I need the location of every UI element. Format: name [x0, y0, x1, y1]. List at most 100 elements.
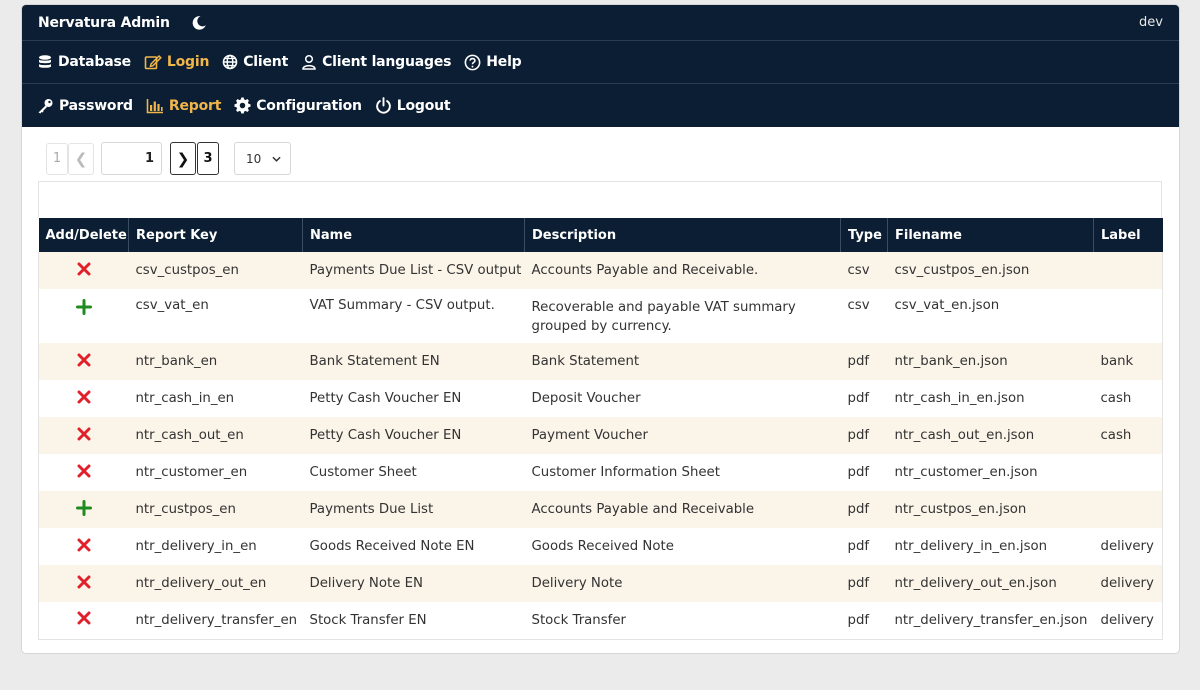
nav-label: Logout [396, 97, 451, 114]
cell-name: Petty Cash Voucher EN [302, 380, 525, 417]
cell-key: csv_custpos_en [128, 252, 303, 289]
cell-label [1093, 252, 1163, 289]
cell-label: delivery [1093, 602, 1163, 640]
first-page-button[interactable]: 1 [46, 142, 68, 175]
action-cell [38, 602, 129, 640]
admin-app: Nervatura Admin dev Database Login Client C… [22, 5, 1179, 653]
table-row[interactable]: ntr_delivery_transfer_en Stock Transfer E… [38, 602, 1163, 640]
cell-key: ntr_delivery_transfer_en [128, 602, 303, 640]
cell-filename: ntr_cash_in_en.json [887, 380, 1094, 417]
action-cell [38, 565, 129, 602]
prev-page-button[interactable]: ❮ [68, 142, 94, 175]
power-icon [375, 97, 392, 114]
table-row[interactable]: ntr_customer_en Customer Sheet Customer In… [38, 454, 1163, 491]
delete-icon[interactable] [77, 390, 91, 404]
cell-description: Accounts Payable and Receivable. [524, 252, 841, 289]
moon-icon[interactable] [188, 12, 210, 34]
column-header: Add/Delete [38, 218, 129, 252]
cell-description: Delivery Note [524, 565, 841, 602]
nav-label: Help [486, 54, 522, 70]
table-row[interactable]: ntr_cash_out_en Petty Cash Voucher EN Paym… [38, 417, 1163, 454]
nav-password[interactable]: Password [37, 98, 133, 114]
cell-key: ntr_delivery_out_en [128, 565, 303, 602]
cell-label [1093, 491, 1163, 528]
cell-type: pdf [840, 565, 888, 602]
gear-icon [234, 97, 251, 114]
filter-box[interactable] [38, 181, 1162, 218]
nav-logout[interactable]: Logout [375, 97, 451, 114]
table-row[interactable]: ntr_bank_en Bank Statement EN Bank Stateme… [38, 343, 1163, 380]
report-table: Add/Delete Report Key Name Description Type F… [38, 218, 1163, 640]
chart-icon [146, 98, 164, 114]
action-cell [38, 252, 129, 289]
cell-description: Customer Information Sheet [524, 454, 841, 491]
nav-label: Password [59, 97, 133, 114]
cell-label: delivery [1093, 565, 1163, 602]
cell-name: Customer Sheet [302, 454, 525, 491]
cell-filename: ntr_customer_en.json [887, 454, 1094, 491]
delete-icon[interactable] [77, 427, 91, 441]
column-header: Description [524, 218, 841, 252]
nav-database[interactable]: Database [37, 54, 131, 70]
table-row[interactable]: ntr_delivery_in_en Goods Received Note EN… [38, 528, 1163, 565]
action-cell [38, 380, 129, 417]
delete-icon[interactable] [77, 575, 91, 589]
cell-name: Goods Received Note EN [302, 528, 525, 565]
nav-configuration[interactable]: Configuration [234, 97, 362, 114]
page-number-input[interactable] [101, 142, 162, 175]
table-header: Add/Delete Report Key Name Description Type F… [38, 218, 1163, 252]
cell-name: Bank Statement EN [302, 343, 525, 380]
delete-icon[interactable] [77, 353, 91, 367]
table-row[interactable]: ntr_custpos_en Payments Due List Accounts … [38, 491, 1163, 528]
nav-label: Report [168, 97, 222, 114]
cell-key: ntr_custpos_en [128, 491, 303, 528]
cell-description: Deposit Voucher [524, 380, 841, 417]
cell-filename: ntr_custpos_en.json [887, 491, 1094, 528]
table-row[interactable]: ntr_delivery_out_en Delivery Note EN Deliv… [38, 565, 1163, 602]
delete-icon[interactable] [77, 262, 91, 276]
cell-label: delivery [1093, 528, 1163, 565]
nav-help[interactable]: Help [464, 54, 522, 71]
delete-icon[interactable] [77, 538, 91, 552]
action-cell [38, 528, 129, 565]
delete-icon[interactable] [77, 464, 91, 478]
table-row[interactable]: csv_vat_en VAT Summary - CSV output. Recov… [38, 289, 1163, 343]
last-page-button[interactable]: 3 [197, 142, 219, 175]
cell-type: csv [840, 289, 888, 343]
nav-login[interactable]: Login [144, 54, 209, 70]
cell-name: Payments Due List - CSV output [302, 252, 525, 289]
nav-label: Configuration [256, 97, 362, 114]
nav-client-languages[interactable]: Client languages [301, 54, 451, 70]
cell-type: pdf [840, 417, 888, 454]
table-row[interactable]: ntr_cash_in_en Petty Cash Voucher EN Depos… [38, 380, 1163, 417]
add-icon[interactable] [75, 299, 92, 315]
cell-type: pdf [840, 528, 888, 565]
nav-report[interactable]: Report [146, 98, 221, 114]
cell-name: Delivery Note EN [302, 565, 525, 602]
cell-label [1093, 289, 1163, 343]
sub-nav: Password Report Configuration Logout [22, 84, 1179, 127]
cell-label [1093, 454, 1163, 491]
nav-client[interactable]: Client [222, 54, 288, 70]
table-body: csv_custpos_en Payments Due List - CSV ou… [38, 252, 1163, 640]
top-bar: Nervatura Admin dev [22, 5, 1179, 41]
column-header: Report Key [128, 218, 303, 252]
user-icon [301, 54, 317, 70]
nav-label: Client languages [322, 54, 452, 70]
cell-type: pdf [840, 454, 888, 491]
add-icon[interactable] [75, 499, 92, 516]
delete-icon[interactable] [77, 611, 91, 625]
page-size-select[interactable]: 10 [234, 142, 291, 175]
action-cell [38, 417, 129, 454]
cell-key: ntr_customer_en [128, 454, 303, 491]
main-nav: Database Login Client Client languages Help [22, 41, 1179, 84]
cell-filename: csv_vat_en.json [887, 289, 1094, 343]
next-page-button[interactable]: ❯ [170, 142, 196, 175]
cell-key: ntr_cash_out_en [128, 417, 303, 454]
cell-description: Payment Voucher [524, 417, 841, 454]
cell-key: ntr_bank_en [128, 343, 303, 380]
column-header: Type [840, 218, 888, 252]
action-cell [38, 491, 129, 528]
environment-label: dev [1139, 15, 1163, 30]
table-row[interactable]: csv_custpos_en Payments Due List - CSV ou… [38, 252, 1163, 289]
